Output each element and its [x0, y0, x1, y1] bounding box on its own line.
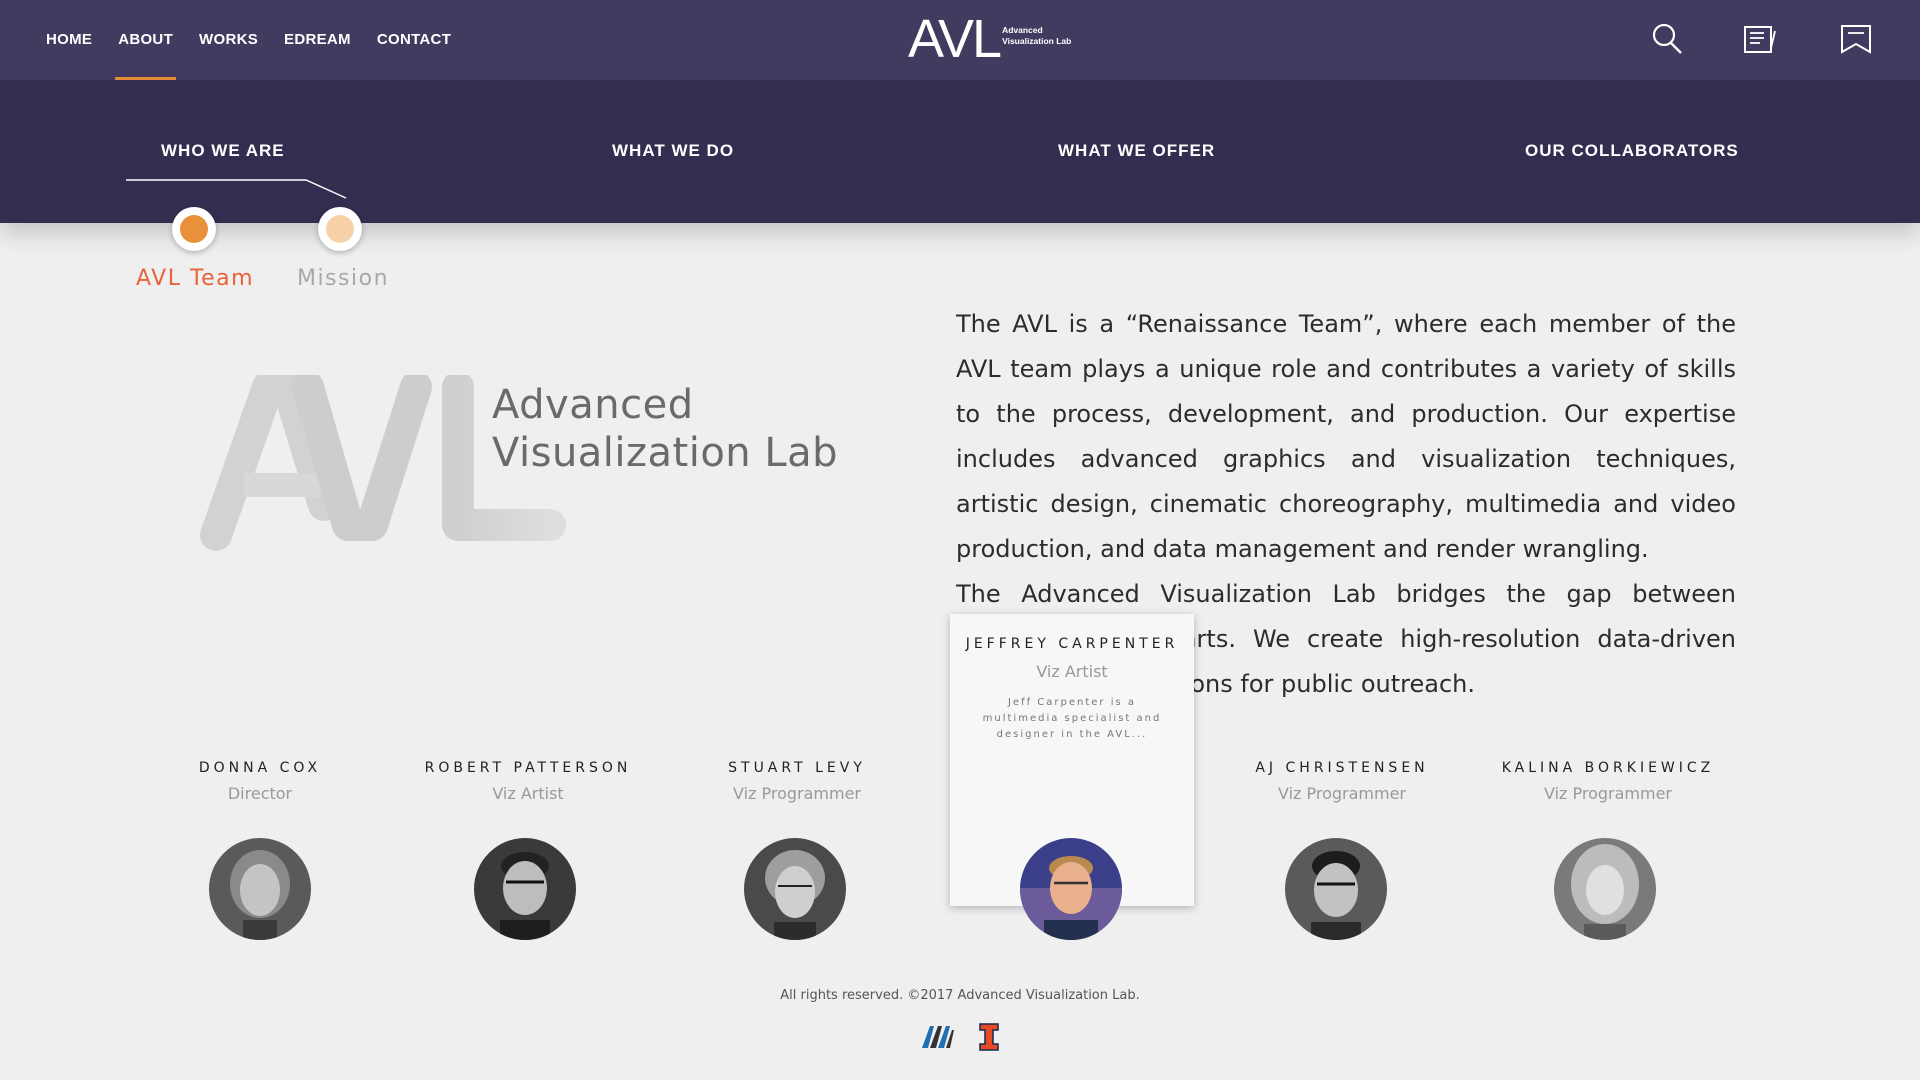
nav-edream[interactable]: EDREAM — [284, 0, 351, 80]
top-navigation-bar: HOME ABOUT WORKS EDREAM CONTACT AVL Adva… — [0, 0, 1920, 80]
card-member-role: Viz Artist — [1036, 662, 1108, 681]
tab-what-we-do[interactable]: WHAT WE DO — [612, 141, 734, 161]
section-tabs-band: WHO WE ARE WHAT WE DO WHAT WE OFFER OUR … — [0, 80, 1920, 223]
member-name: DONNA COX — [198, 760, 322, 776]
avatar-stuart-levy[interactable] — [744, 838, 846, 940]
illinois-logo[interactable] — [978, 1022, 1000, 1052]
card-member-bio: Jeff Carpenter is a multimedia specialis… — [982, 697, 1162, 740]
tab-who-we-are[interactable]: WHO WE ARE — [161, 141, 285, 161]
member-role: Viz Programmer — [732, 784, 862, 803]
team-member-card[interactable]: STUART LEVY Viz Programmer — [677, 760, 917, 803]
bookmark-icon[interactable] — [1838, 22, 1874, 58]
subsection-connector-line — [126, 179, 347, 199]
description-paragraph-1: The AVL is a “Renaissance Team”, where e… — [956, 310, 1736, 563]
avatar-robert-patterson[interactable] — [474, 838, 576, 940]
subsection-dot-mission[interactable] — [318, 207, 362, 251]
main-nav: HOME ABOUT WORKS EDREAM CONTACT — [46, 0, 477, 80]
member-role: Viz Programmer — [1277, 784, 1407, 803]
logo-subtitle-line2: Visualization Lab — [1002, 36, 1072, 46]
member-role: Director — [227, 784, 293, 803]
card-member-name: JEFFREY CARPENTER — [965, 636, 1179, 652]
logo-subtitle: Advanced Visualization Lab — [1002, 25, 1071, 47]
nav-contact[interactable]: CONTACT — [377, 0, 451, 80]
notes-icon[interactable] — [1742, 22, 1778, 58]
tab-what-we-offer[interactable]: WHAT WE OFFER — [1058, 141, 1215, 161]
ncsa-logo[interactable] — [920, 1022, 956, 1052]
hero-logo-text: Advanced Visualization Lab — [492, 381, 838, 477]
subsection-label-avl-team[interactable]: AVL Team — [136, 266, 254, 291]
avatar-donna-cox[interactable] — [209, 838, 311, 940]
nav-works[interactable]: WORKS — [199, 0, 258, 80]
logo-mark: AVL — [908, 9, 1002, 69]
subsection-dot-avl-team[interactable] — [172, 207, 216, 251]
active-dot-fill — [180, 215, 208, 243]
member-name: AJ CHRISTENSEN — [1255, 760, 1429, 776]
member-role: Viz Programmer — [1543, 784, 1673, 803]
avatar-kalina-borkiewicz[interactable] — [1554, 838, 1656, 940]
team-member-card[interactable]: ROBERT PATTERSON Viz Artist — [408, 760, 648, 803]
logo-subtitle-line1: Advanced — [1002, 25, 1043, 35]
avatar-aj-christensen[interactable] — [1285, 838, 1387, 940]
team-member-card[interactable]: KALINA BORKIEWICZ Viz Programmer — [1488, 760, 1728, 803]
team-member-card[interactable]: DONNA COX Director — [140, 760, 380, 803]
inactive-dot-fill — [326, 215, 354, 243]
search-icon[interactable] — [1650, 22, 1686, 58]
avatar-jeffrey-carpenter[interactable] — [1020, 838, 1122, 940]
hero-logo-line1: Advanced — [492, 382, 694, 428]
member-role: Viz Artist — [492, 784, 564, 803]
member-name: KALINA BORKIEWICZ — [1501, 760, 1715, 776]
subsection-label-mission[interactable]: Mission — [297, 266, 389, 291]
hero-logo-line2: Visualization Lab — [492, 430, 839, 476]
team-member-card[interactable]: AJ CHRISTENSEN Viz Programmer — [1222, 760, 1462, 803]
tab-our-collaborators[interactable]: OUR COLLABORATORS — [1525, 141, 1739, 161]
footer-copyright: All rights reserved. ©2017 Advanced Visu… — [780, 988, 1140, 1003]
nav-about[interactable]: ABOUT — [115, 0, 176, 80]
member-name: ROBERT PATTERSON — [424, 760, 632, 776]
header-logo[interactable]: AVL Advanced Visualization Lab — [908, 12, 1071, 66]
member-name: STUART LEVY — [728, 760, 866, 776]
nav-home[interactable]: HOME — [46, 0, 92, 80]
